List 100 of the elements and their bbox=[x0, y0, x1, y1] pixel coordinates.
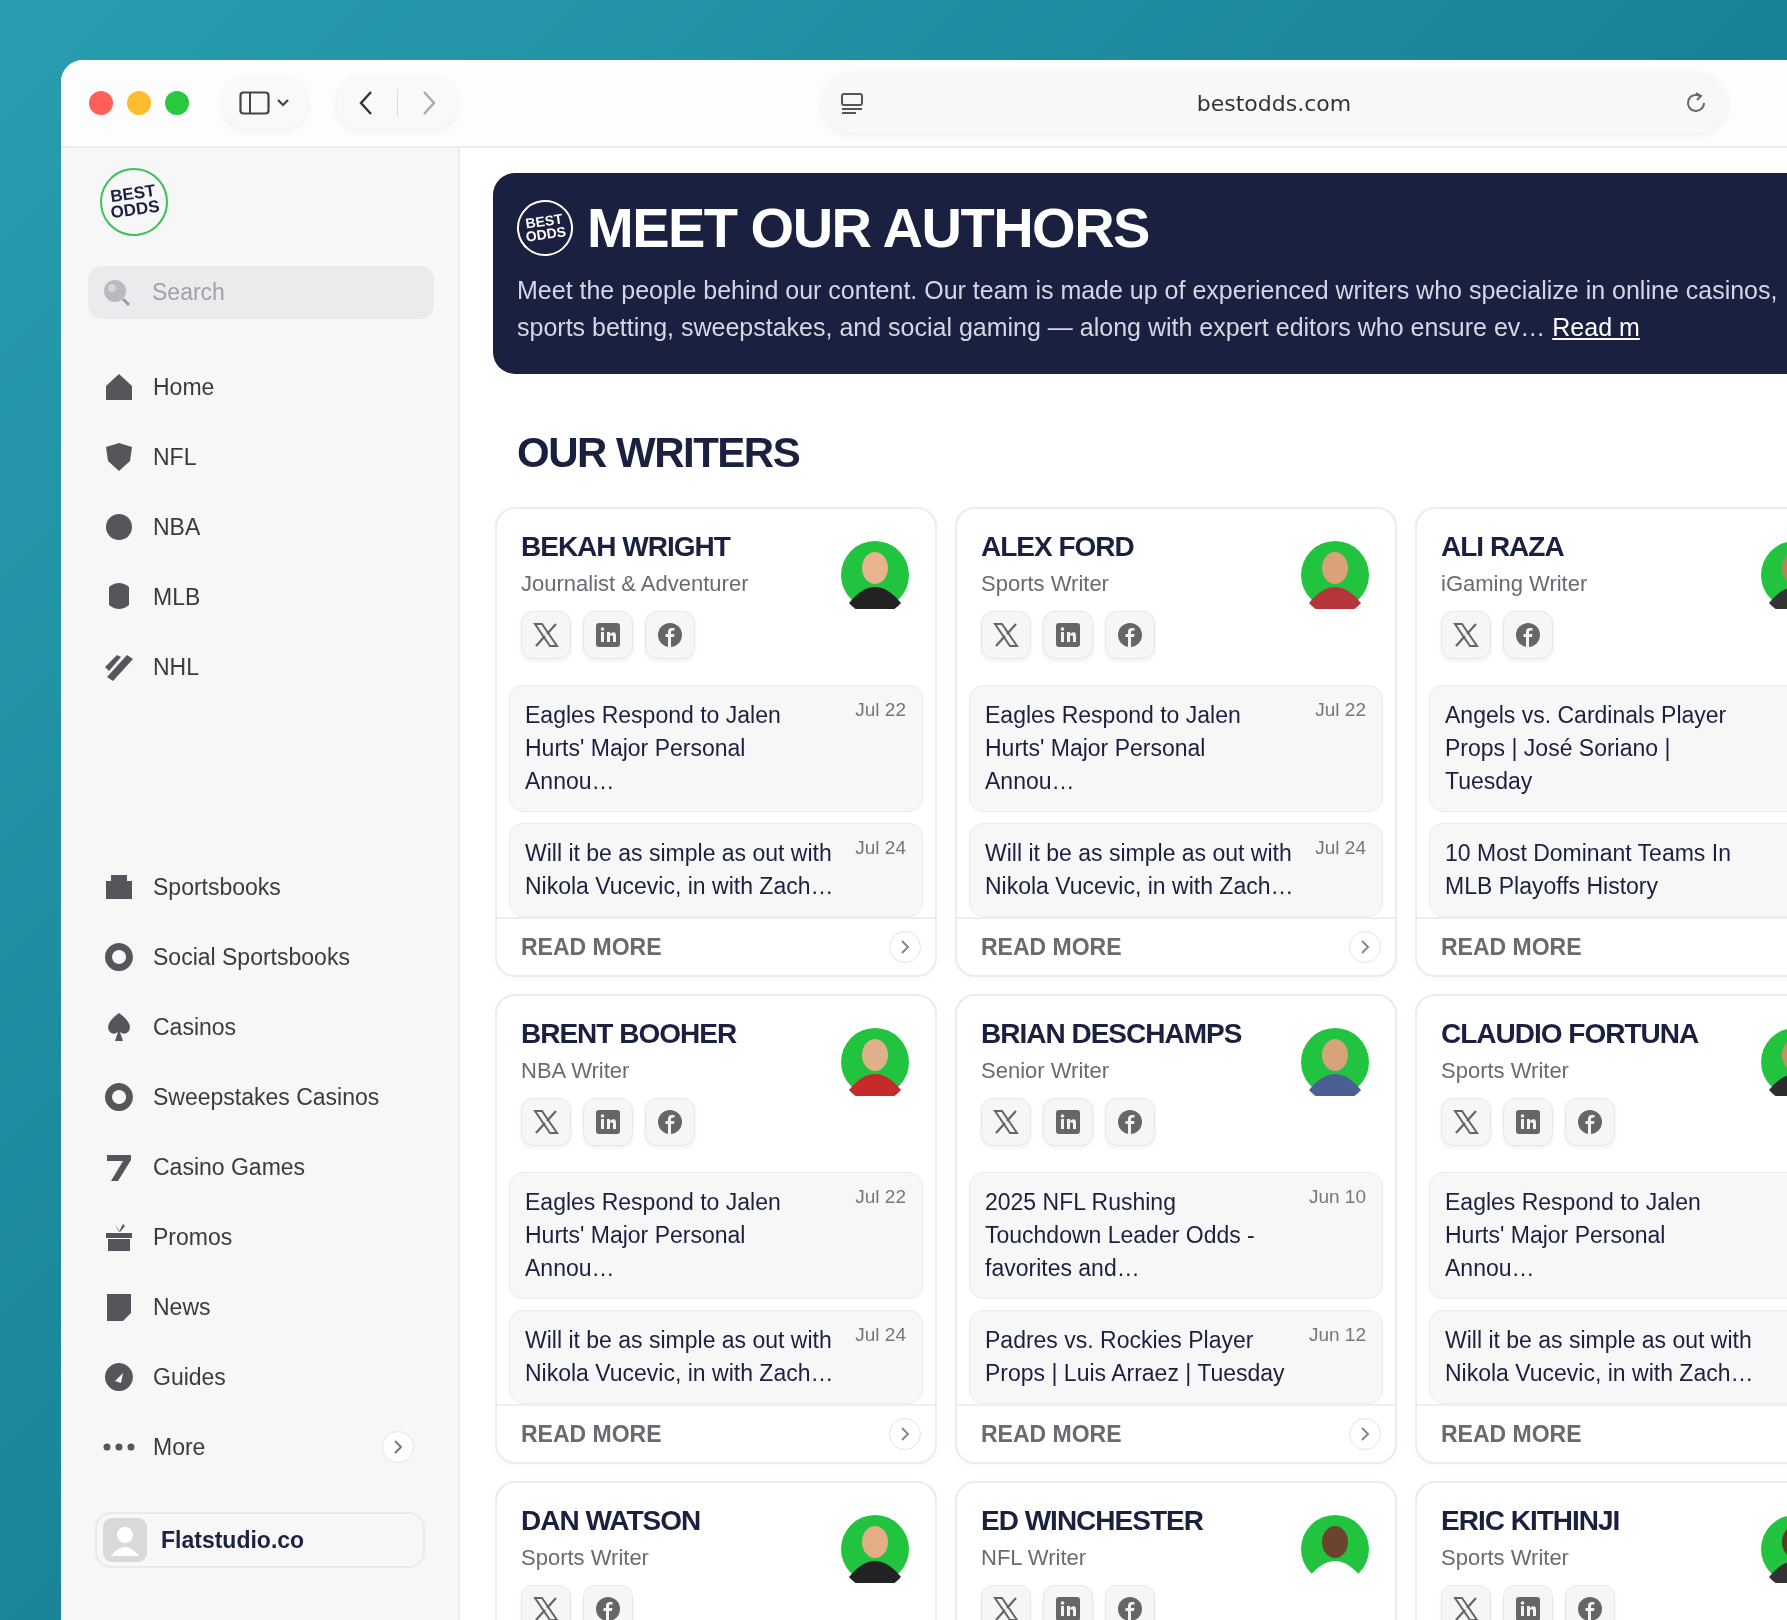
next-button[interactable] bbox=[1349, 931, 1381, 963]
nav-item[interactable]: News bbox=[61, 1272, 458, 1342]
facebook-button[interactable] bbox=[1105, 611, 1155, 659]
next-button[interactable] bbox=[1349, 1418, 1381, 1450]
more-menu-item[interactable]: More bbox=[61, 1412, 458, 1482]
read-more-link[interactable]: READ MORE bbox=[1441, 933, 1582, 961]
search-field[interactable]: Search bbox=[88, 266, 434, 319]
chevron-right-icon bbox=[1360, 1426, 1370, 1442]
user-avatar-icon bbox=[103, 1518, 147, 1562]
x-button[interactable] bbox=[1441, 1585, 1491, 1620]
linkedin-button[interactable] bbox=[583, 1098, 633, 1146]
article-item[interactable]: Will it be as simple as out with Nikola Vucevic, in with Zach… bbox=[1429, 1310, 1787, 1404]
article-title: Will it be as simple as out with Nikola Vucevic, in with Zach… bbox=[525, 839, 835, 901]
nav-item[interactable]: NHL bbox=[61, 632, 458, 702]
facebook-button[interactable] bbox=[1105, 1098, 1155, 1146]
close-window-button[interactable] bbox=[89, 91, 113, 115]
read-more-link[interactable]: READ MORE bbox=[521, 1420, 662, 1448]
nav-item[interactable]: NBA bbox=[61, 492, 458, 562]
house-icon bbox=[103, 371, 135, 403]
writer-role: Sports Writer bbox=[1441, 1545, 1570, 1571]
article-title: Padres vs. Rockies Player Props | Luis Arraez | Tuesday bbox=[985, 1326, 1286, 1388]
article-date: Jul 24 bbox=[855, 837, 906, 860]
x-logo-icon bbox=[993, 1110, 1019, 1134]
x-logo-icon bbox=[1453, 623, 1479, 647]
facebook-button[interactable] bbox=[583, 1585, 633, 1620]
x-button[interactable] bbox=[521, 1585, 571, 1620]
x-button[interactable] bbox=[521, 611, 571, 659]
article-title: 2025 NFL Rushing Touchdown Leader Odds - favorites and… bbox=[985, 1188, 1256, 1283]
linkedin-icon bbox=[1056, 1110, 1080, 1134]
facebook-button[interactable] bbox=[645, 1098, 695, 1146]
linkedin-button[interactable] bbox=[1043, 1585, 1093, 1620]
facebook-button[interactable] bbox=[1503, 611, 1553, 659]
article-item[interactable]: Eagles Respond to Jalen Hurts' Major Personal Annou… bbox=[1429, 1172, 1787, 1299]
read-more-link[interactable]: Read m bbox=[1552, 313, 1640, 341]
read-more-link[interactable]: READ MORE bbox=[981, 933, 1122, 961]
article-date: Jul 22 bbox=[1315, 699, 1366, 722]
read-more-link[interactable]: READ MORE bbox=[1441, 1420, 1582, 1448]
nav-item[interactable]: Social Sportsbooks bbox=[61, 922, 458, 992]
address-bar[interactable]: bestodds.com bbox=[822, 73, 1726, 133]
linkedin-button[interactable] bbox=[1503, 1098, 1553, 1146]
writer-name: DAN WATSON bbox=[521, 1505, 701, 1537]
facebook-icon bbox=[657, 622, 683, 648]
article-date: Jul 24 bbox=[855, 1324, 906, 1347]
facebook-icon bbox=[1117, 622, 1143, 648]
nav-item[interactable]: Casino Games bbox=[61, 1132, 458, 1202]
facebook-button[interactable] bbox=[645, 611, 695, 659]
nav-item[interactable]: Promos bbox=[61, 1202, 458, 1272]
article-item[interactable]: Will it be as simple as out with Nikola Vucevic, in with Zach… Jul 24 bbox=[969, 823, 1383, 917]
x-button[interactable] bbox=[521, 1098, 571, 1146]
article-item[interactable]: Eagles Respond to Jalen Hurts' Major Personal Annou… Jul 22 bbox=[509, 1172, 923, 1299]
x-button[interactable] bbox=[981, 1585, 1031, 1620]
nav-item[interactable]: Home bbox=[61, 352, 458, 422]
writer-role: iGaming Writer bbox=[1441, 571, 1588, 597]
writer-name: BEKAH WRIGHT bbox=[521, 531, 732, 563]
article-date: Jul 22 bbox=[855, 1186, 906, 1209]
linkedin-icon bbox=[596, 623, 620, 647]
reload-icon[interactable] bbox=[1684, 91, 1708, 115]
nav-item[interactable]: Sweepstakes Casinos bbox=[61, 1062, 458, 1132]
read-more-link[interactable]: READ MORE bbox=[981, 1420, 1122, 1448]
x-button[interactable] bbox=[981, 611, 1031, 659]
nav-item[interactable]: MLB bbox=[61, 562, 458, 632]
nav-item[interactable]: NFL bbox=[61, 422, 458, 492]
writer-role: Journalist & Adventurer bbox=[521, 571, 749, 597]
linkedin-button[interactable] bbox=[1503, 1585, 1553, 1620]
sidebar-icon bbox=[239, 90, 291, 116]
article-item[interactable]: Will it be as simple as out with Nikola Vucevic, in with Zach… Jul 24 bbox=[509, 1310, 923, 1404]
facebook-icon bbox=[1117, 1596, 1143, 1620]
next-button[interactable] bbox=[889, 1418, 921, 1450]
article-item[interactable]: Padres vs. Rockies Player Props | Luis Arraez | Tuesday Jun 12 bbox=[969, 1310, 1383, 1404]
facebook-icon bbox=[595, 1596, 621, 1620]
article-item[interactable]: 10 Most Dominant Teams In MLB Playoffs History bbox=[1429, 823, 1787, 917]
chevron-right-icon bbox=[900, 939, 910, 955]
nav-item[interactable]: Sportsbooks bbox=[61, 852, 458, 922]
x-button[interactable] bbox=[981, 1098, 1031, 1146]
user-profile[interactable]: Flatstudio.co bbox=[95, 1512, 425, 1568]
linkedin-button[interactable] bbox=[1043, 1098, 1093, 1146]
linkedin-icon bbox=[596, 1110, 620, 1134]
writer-name: ALEX FORD bbox=[981, 531, 1135, 563]
article-title: Eagles Respond to Jalen Hurts' Major Personal Annou… bbox=[985, 701, 1242, 796]
article-item[interactable]: Eagles Respond to Jalen Hurts' Major Personal Annou… Jul 22 bbox=[969, 685, 1383, 812]
article-item[interactable]: Will it be as simple as out with Nikola Vucevic, in with Zach… Jul 24 bbox=[509, 823, 923, 917]
x-button[interactable] bbox=[1441, 1098, 1491, 1146]
nav-item[interactable]: Guides bbox=[61, 1342, 458, 1412]
article-item[interactable]: Eagles Respond to Jalen Hurts' Major Personal Annou… Jul 22 bbox=[509, 685, 923, 812]
facebook-button[interactable] bbox=[1565, 1098, 1615, 1146]
article-date: Jul 22 bbox=[855, 699, 906, 722]
article-item[interactable]: Angels vs. Cardinals Player Props | José Soriano | Tuesday bbox=[1429, 685, 1787, 812]
chevron-right-icon bbox=[420, 90, 437, 116]
x-button[interactable] bbox=[1441, 611, 1491, 659]
next-button[interactable] bbox=[889, 931, 921, 963]
x-logo-icon bbox=[993, 623, 1019, 647]
read-more-link[interactable]: READ MORE bbox=[521, 933, 662, 961]
article-item[interactable]: 2025 NFL Rushing Touchdown Leader Odds - favorites and… Jun 10 bbox=[969, 1172, 1383, 1299]
facebook-button[interactable] bbox=[1105, 1585, 1155, 1620]
linkedin-button[interactable] bbox=[1043, 611, 1093, 659]
facebook-button[interactable] bbox=[1565, 1585, 1615, 1620]
article-title: Will it be as simple as out with Nikola Vucevic, in with Zach… bbox=[525, 1326, 835, 1388]
nav-item[interactable]: Casinos bbox=[61, 992, 458, 1062]
article-date: Jun 10 bbox=[1308, 1186, 1366, 1209]
linkedin-button[interactable] bbox=[583, 611, 633, 659]
